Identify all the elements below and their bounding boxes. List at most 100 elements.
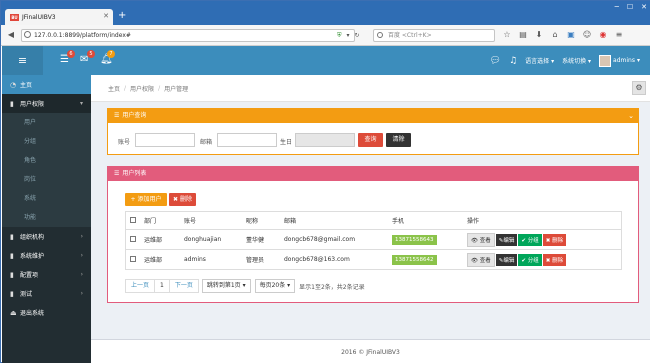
search-input[interactable]: 百度 <Ctrl+K>: [373, 29, 495, 42]
smiley-icon[interactable]: ☺: [582, 30, 592, 39]
email-label: 邮箱: [200, 139, 213, 146]
clear-button[interactable]: 清除: [386, 133, 411, 147]
account-cell: donghuajian: [180, 229, 242, 250]
new-tab-icon[interactable]: +: [118, 10, 126, 22]
prev-page-button[interactable]: 上一页: [125, 279, 156, 293]
addon-icon[interactable]: ◉: [598, 30, 608, 39]
actions-cell: 👁︎ 查看 ✎编辑 ✔ 分组 ✖ 删除: [463, 229, 622, 250]
page-size-label: 每页20条: [259, 282, 286, 289]
page-size-select[interactable]: 每页20条 ▾: [254, 279, 296, 293]
sidebar-toggle-icon[interactable]: ≡: [2, 46, 43, 75]
maximize-icon[interactable]: ☐: [627, 3, 633, 11]
query-panel: ☰ 用户查询 ⌄ 账号 邮箱 生日 查询 清除: [107, 108, 639, 155]
email-input[interactable]: [217, 133, 277, 147]
sidebar-subitem-group[interactable]: 分组: [2, 132, 91, 151]
pagination-info: 显示1至2条，共2条记录: [299, 283, 365, 291]
row-select-cell: [125, 249, 140, 270]
address-bar[interactable]: 127.0.0.1:8899/platform/index#: [21, 29, 355, 42]
sidebar-item-test[interactable]: ▮ 测试 ›: [2, 284, 91, 303]
next-page-button[interactable]: 下一页: [168, 279, 199, 293]
sidebar-subitem-role[interactable]: 角色: [2, 151, 91, 170]
account-input[interactable]: [135, 133, 195, 147]
query-button[interactable]: 查询: [358, 133, 383, 147]
view-button[interactable]: 👁︎ 查看: [467, 232, 495, 247]
sidebar-subitem-function[interactable]: 功能: [2, 208, 91, 227]
theme-dropdown[interactable]: 系统切换 ▾: [562, 56, 591, 65]
collapse-icon[interactable]: ⌄: [628, 109, 634, 123]
language-label: 语言选择: [525, 58, 550, 65]
sidebar-subitem-user[interactable]: 用户: [2, 113, 91, 132]
bookmark-star-icon[interactable]: ☆: [502, 30, 512, 39]
eye-icon: 👁︎: [471, 257, 478, 264]
reading-list-icon[interactable]: ▤: [518, 30, 528, 39]
column-header[interactable]: 部门: [140, 211, 180, 230]
chat-icon[interactable]: 💬︎: [490, 56, 501, 66]
tasks-icon[interactable]: ☰ 6: [60, 50, 75, 65]
menu-icon[interactable]: ≡: [614, 30, 624, 39]
sidebar-item-maintenance[interactable]: ▮ 系统维护 ›: [2, 246, 91, 265]
close-window-icon[interactable]: ✕: [641, 3, 647, 11]
user-menu[interactable]: admins ▾: [599, 54, 640, 67]
dashboard-icon: ◔: [10, 80, 17, 89]
sidebar-item-organization[interactable]: ▮ 组织机构 ›: [2, 227, 91, 246]
list-panel-header: ☰ 用户列表: [108, 167, 638, 181]
browser-window: BU JFinalUIBV3 ✕ + ─ ☐ ✕ ◀ 127.0.0.1:889…: [0, 0, 650, 363]
delete-button[interactable]: ✖ 删除: [542, 233, 567, 246]
book-icon: ▮: [10, 289, 14, 298]
headset-icon[interactable]: ♫: [509, 56, 517, 66]
view-button[interactable]: 👁︎ 查看: [467, 252, 495, 267]
tasks-badge: 6: [67, 50, 75, 58]
column-header[interactable]: 昵称: [242, 211, 280, 230]
extension-icon[interactable]: ▣: [566, 30, 576, 39]
group-button[interactable]: ✔ 分组: [518, 253, 542, 266]
minimize-icon[interactable]: ─: [615, 3, 619, 11]
breadcrumb-home[interactable]: 主页: [108, 84, 120, 93]
eye-icon: 👁︎: [471, 237, 478, 244]
refresh-icon[interactable]: ↻: [355, 32, 360, 40]
browser-tool-icons: ☆ ▤ ⬇ ⌂ ▣ ☺ ◉ ≡: [502, 30, 624, 39]
birthday-input[interactable]: [295, 133, 355, 147]
query-form: 账号 邮箱 生日 查询 清除: [108, 133, 638, 149]
delete-button[interactable]: ✖ 删除: [542, 253, 567, 266]
theme-label: 系统切换: [562, 58, 587, 65]
notifications-icon[interactable]: 🔔︎ 7: [100, 50, 115, 65]
dropdown-icon[interactable]: ▾: [347, 32, 350, 40]
sidebar-item-config[interactable]: ▮ 配置项 ›: [2, 265, 91, 284]
breadcrumb-user-management: 用户管理: [164, 85, 189, 93]
phone-badge: 13871558643: [392, 234, 437, 245]
sidebar-item-user-permissions[interactable]: ▮ 用户权限 ▾: [2, 94, 91, 113]
sidebar-subitem-post[interactable]: 岗位: [2, 170, 91, 189]
row-checkbox[interactable]: [130, 255, 136, 262]
group-button[interactable]: ✔ 分组: [518, 233, 542, 246]
email-cell: dongcb678@gmail.com: [280, 229, 388, 250]
sidebar-item-logout[interactable]: ⏏ 退出系统: [2, 303, 91, 322]
browser-tab[interactable]: BU JFinalUIBV3 ✕: [5, 9, 113, 25]
edit-button[interactable]: ✎编辑: [495, 253, 518, 266]
column-header[interactable]: 账号: [180, 211, 242, 230]
shield-icon[interactable]: ⛨: [337, 32, 342, 40]
download-icon[interactable]: ⬇: [534, 30, 544, 39]
add-user-button[interactable]: + 添加用户: [125, 193, 167, 206]
sidebar-item-label: 测试: [20, 291, 33, 298]
current-page-button[interactable]: 1: [154, 279, 170, 293]
close-tab-icon[interactable]: ✕: [103, 12, 109, 20]
row-checkbox[interactable]: [130, 235, 136, 242]
language-dropdown[interactable]: 语言选择 ▾: [525, 56, 554, 65]
column-header[interactable]: 手机: [388, 211, 463, 230]
sidebar-subitem-system[interactable]: 系统: [2, 189, 91, 208]
edit-button[interactable]: ✎编辑: [495, 233, 518, 246]
notifications-badge: 7: [107, 50, 115, 58]
select-all-checkbox[interactable]: [130, 216, 136, 223]
home-icon[interactable]: ⌂: [550, 30, 560, 39]
sidebar-item-label: 系统维护: [20, 253, 45, 260]
gear-icon[interactable]: ⚙: [632, 81, 646, 95]
batch-delete-button[interactable]: ✖ 删除: [169, 193, 196, 206]
column-header[interactable]: 邮箱: [280, 211, 388, 230]
breadcrumb-permissions[interactable]: 用户权限: [130, 84, 154, 93]
sidebar-item-home[interactable]: ◔ 主页: [2, 75, 91, 94]
back-icon[interactable]: ◀: [5, 29, 17, 41]
messages-icon[interactable]: ✉ 5: [80, 50, 95, 65]
phone-badge: 13871558642: [392, 254, 437, 265]
messages-badge: 5: [87, 50, 95, 58]
jump-to-page-select[interactable]: 跳转到第1页 ▾: [201, 279, 251, 293]
